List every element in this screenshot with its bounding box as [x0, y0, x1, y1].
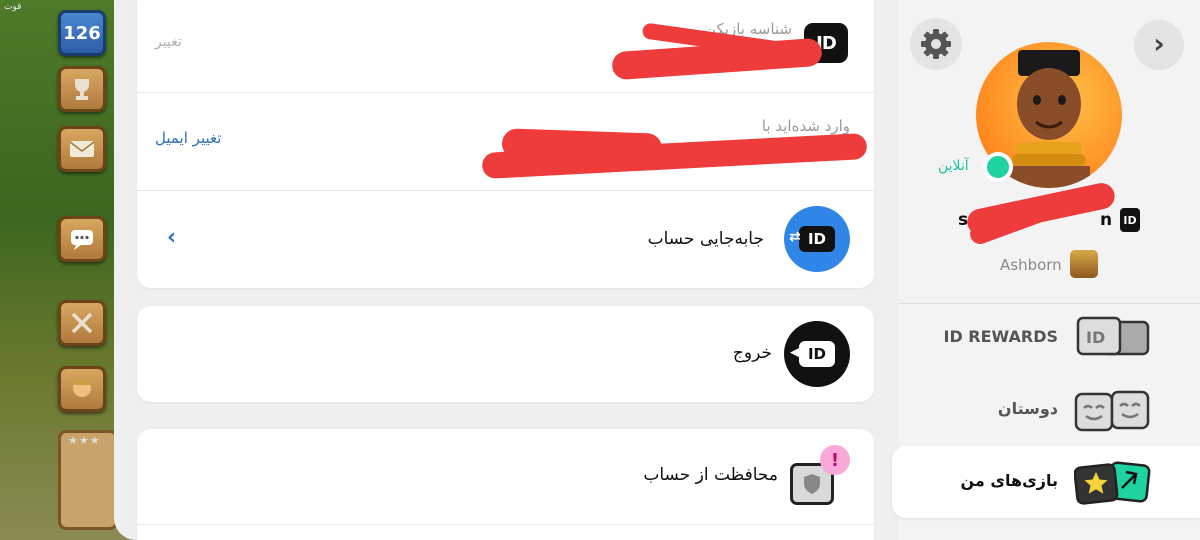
id-cards-icon: ID [1076, 316, 1150, 356]
alert-badge: ! [820, 445, 850, 475]
my-games-icon [1074, 461, 1151, 505]
level-value: 126 [63, 22, 101, 44]
transfer-id-badge: ⇄ ID [789, 226, 835, 252]
transfer-account-label: جابه‌جایی حساب [647, 229, 764, 249]
svg-text:ID: ID [1086, 328, 1105, 347]
chevron-left-icon[interactable]: ‹ [167, 225, 176, 250]
email-redaction-2 [501, 128, 663, 164]
chat-icon [58, 216, 106, 262]
online-status-dot [983, 152, 1013, 182]
logout-card[interactable]: ◀ ID خروج [137, 306, 874, 402]
trophy-icon [58, 66, 106, 112]
barbarian-icon [58, 366, 106, 412]
id-badge-icon: ID [1120, 208, 1140, 232]
player-id-row: ID شناسه بازیکن تغییر [137, 0, 874, 93]
logout-label: خروج [732, 343, 772, 363]
menu-item-label: دوستان [997, 399, 1058, 418]
account-protection-label: محافظت از حساب [643, 465, 778, 485]
logout-id-badge: ◀ ID [790, 341, 835, 367]
menu-item-my-games[interactable]: بازی‌های من [892, 446, 1200, 518]
battle-swords-icon [58, 300, 106, 346]
change-player-id-link[interactable]: تغییر [155, 34, 182, 50]
chevron-right-icon: › [1153, 27, 1165, 60]
mail-icon [58, 126, 106, 172]
game-top-label: قوت [4, 2, 22, 12]
stars-icon: ★★★ [68, 434, 101, 447]
account-protection-card[interactable]: ! محافظت از حساب [137, 429, 874, 540]
divider [137, 524, 874, 525]
logged-in-label: وارد شده‌اید با [761, 117, 850, 135]
transfer-account-row[interactable]: ⇄ ID جابه‌جایی حساب ‹ [137, 191, 874, 288]
next-button[interactable]: › [1134, 20, 1184, 70]
menu-item-label: بازی‌های من [960, 471, 1058, 490]
menu-item-label: ID REWARDS [943, 327, 1059, 346]
friends-faces-icon [1074, 390, 1150, 432]
village-name: Ashborn [1000, 256, 1062, 274]
clash-of-clans-icon [1070, 250, 1098, 278]
menu-item-id-rewards[interactable]: ID REWARDS ID [898, 302, 1200, 374]
account-card: ID شناسه بازیکن تغییر وارد شده‌اید با تغ… [137, 0, 874, 288]
level-badge: 126 [58, 10, 106, 56]
settings-button[interactable] [910, 18, 962, 70]
change-email-link[interactable]: تغییر ایمیل [155, 129, 221, 147]
transfer-account-icon: ⇄ ID [784, 206, 850, 272]
menu-item-friends[interactable]: دوستان [898, 374, 1200, 446]
profile-sidebar: › آنلاین s n ID Ashborn ID REWARDS ID دو… [892, 0, 1200, 540]
account-panel: ID شناسه بازیکن تغییر وارد شده‌اید با تغ… [114, 0, 898, 540]
online-status-label: آنلاین [938, 158, 969, 174]
logged-in-row: وارد شده‌اید با تغییر ایمیل [137, 93, 874, 190]
logout-icon: ◀ ID [784, 321, 850, 387]
gear-icon [921, 29, 951, 59]
